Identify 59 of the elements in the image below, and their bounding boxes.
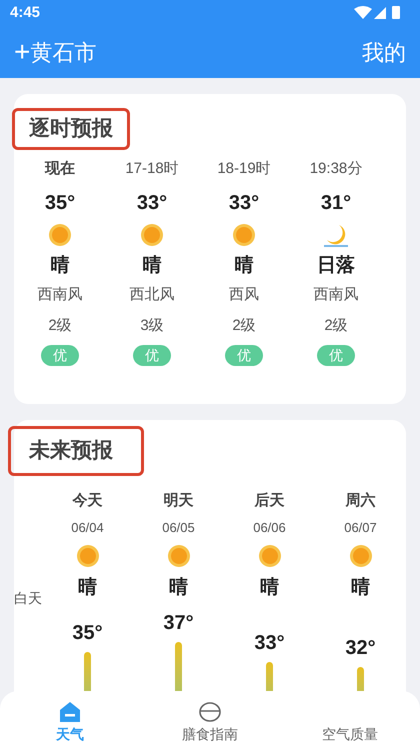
home-icon: [58, 700, 82, 724]
forecast-condition: 晴: [351, 576, 370, 600]
forecast-date: 06/04: [71, 519, 104, 537]
city-name[interactable]: 黄石市: [30, 36, 96, 68]
section-title: 未来预报: [29, 439, 113, 462]
wind-level: 2级: [232, 316, 256, 336]
forecast-day: 周六: [346, 490, 376, 512]
wind-level: 3级: [140, 316, 164, 336]
row-label: 白天: [14, 588, 42, 608]
wind-direction: 西南风: [38, 285, 82, 305]
hour-time: 18-19时: [217, 158, 271, 178]
aqi-badge: 优: [225, 345, 263, 366]
hour-time: 19:38分: [310, 158, 362, 178]
nav-tab[interactable]: 膳食指南: [140, 691, 280, 747]
bowl-icon: [198, 700, 222, 724]
section-title: 逐时预报: [29, 117, 113, 140]
forecast-date: 06/05: [162, 519, 195, 537]
hour-time: 17-18时: [125, 158, 179, 178]
hour-condition: 晴: [142, 254, 162, 278]
forecast-condition: 晴: [78, 576, 97, 600]
forecast-date: 06/06: [253, 519, 286, 537]
hour-temp: 33°: [136, 190, 168, 216]
hour-condition: 日落: [317, 254, 355, 278]
hour-temp: 31°: [320, 190, 352, 216]
aqi-badge: 优: [133, 345, 171, 366]
forecast-day: 明天: [164, 490, 194, 512]
forecast-temp: 37°: [163, 611, 194, 636]
forecast-temp: 32°: [345, 636, 376, 661]
hour-condition: 晴: [234, 254, 254, 278]
wind-level: 2级: [324, 316, 348, 336]
forecast-condition: 晴: [260, 576, 279, 600]
forecast-condition: 晴: [169, 576, 188, 600]
forecast-temp: 33°: [254, 631, 285, 656]
sun-icon: [47, 222, 73, 248]
sun-icon: [166, 542, 192, 568]
sun-icon: [348, 542, 374, 568]
forecast-temp: 35°: [72, 621, 103, 646]
wind-direction: 西北风: [130, 285, 174, 305]
add-city-button[interactable]: +: [14, 38, 30, 66]
sun-icon: [256, 542, 282, 568]
forecast-date: 06/07: [344, 519, 377, 537]
mine-link[interactable]: 我的: [362, 36, 406, 68]
sun-icon: [74, 542, 100, 568]
wind-direction: 西南风: [314, 285, 358, 305]
wind-level: 2级: [48, 316, 72, 336]
sun-icon: [231, 222, 257, 248]
forecast-day: 后天: [254, 490, 284, 512]
aqi-badge: 优: [41, 345, 79, 366]
status-time: 4:45: [10, 2, 40, 23]
nav-tab[interactable]: 空气质量: [280, 691, 420, 747]
hour-time: 现在: [45, 158, 75, 178]
sun-icon: [139, 222, 165, 248]
forecast-day: 今天: [72, 490, 102, 512]
hour-temp: 35°: [44, 190, 76, 216]
aqi-badge: 优: [317, 345, 355, 366]
hour-temp: 33°: [228, 190, 260, 216]
wind-direction: 西风: [229, 285, 259, 305]
nav-tab[interactable]: 天气: [0, 691, 140, 747]
hour-condition: 晴: [50, 254, 70, 278]
